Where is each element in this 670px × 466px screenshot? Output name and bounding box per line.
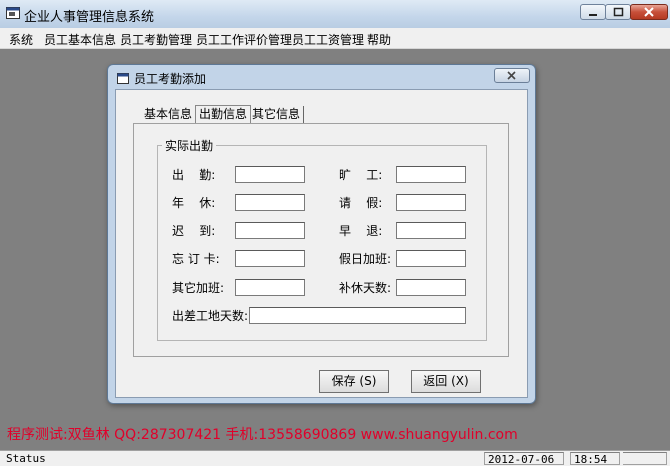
dialog-icon xyxy=(117,73,129,84)
status-extra xyxy=(623,452,667,465)
status-bar: Status 2012-07-06 18:54 xyxy=(0,450,670,466)
dialog-title: 员工考勤添加 xyxy=(134,72,207,86)
menu-salary[interactable]: 员工工资管理 xyxy=(292,31,364,48)
status-text: Status xyxy=(6,452,46,465)
attendance-label: 出 勤: xyxy=(172,168,216,182)
group-title: 实际出勤 xyxy=(162,137,217,154)
annual-leave-label: 年 休: xyxy=(172,196,216,210)
close-button[interactable] xyxy=(630,4,668,20)
attendance-input[interactable] xyxy=(235,166,305,183)
menu-help[interactable]: 帮助 xyxy=(367,31,391,48)
close-icon xyxy=(507,71,516,80)
leave-input[interactable] xyxy=(396,194,466,211)
close-icon xyxy=(644,7,654,17)
late-label: 迟 到: xyxy=(172,224,216,238)
tab-attendance-info[interactable]: 出勤信息 xyxy=(195,105,252,124)
save-button[interactable]: 保存 (S) xyxy=(319,370,389,393)
holiday-overtime-label: 假日加班: xyxy=(339,252,392,266)
late-input[interactable] xyxy=(235,222,305,239)
tab-other-info[interactable]: 其它信息 xyxy=(249,106,305,123)
annual-leave-input[interactable] xyxy=(235,194,305,211)
menu-work-evaluation[interactable]: 员工工作评价管理 xyxy=(196,31,292,48)
status-date: 2012-07-06 xyxy=(484,452,564,466)
menu-attendance[interactable]: 员工考勤管理 xyxy=(120,31,192,48)
comp-days-input[interactable] xyxy=(396,279,466,296)
watermark-text: 程序测试:双鱼林 QQ:287307421 手机:13558690869 www… xyxy=(7,427,518,443)
back-button[interactable]: 返回 (X) xyxy=(411,370,481,393)
tab-basic-info[interactable]: 基本信息 xyxy=(141,106,197,123)
other-overtime-input[interactable] xyxy=(235,279,305,296)
menu-system[interactable]: 系统 xyxy=(9,31,33,48)
maximize-icon xyxy=(613,7,624,17)
minimize-button[interactable] xyxy=(580,4,606,20)
forgot-punch-input[interactable] xyxy=(235,250,305,267)
status-time: 18:54 xyxy=(570,452,620,466)
maximize-button[interactable] xyxy=(605,4,631,20)
minimize-icon xyxy=(589,14,597,16)
leave-label: 请 假: xyxy=(339,196,383,210)
menu-bar: 系统 员工基本信息 员工考勤管理 员工工作评价管理 员工工资管理 帮助 xyxy=(0,28,670,49)
other-overtime-label: 其它加班: xyxy=(172,281,225,295)
absent-label: 旷 工: xyxy=(339,168,383,182)
dialog-close-button[interactable] xyxy=(494,68,530,83)
window-title-bar: 企业人事管理信息系统 xyxy=(0,0,670,29)
absent-input[interactable] xyxy=(396,166,466,183)
early-leave-input[interactable] xyxy=(396,222,466,239)
holiday-overtime-input[interactable] xyxy=(396,250,466,267)
window-title: 企业人事管理信息系统 xyxy=(24,10,155,25)
early-leave-label: 早 退: xyxy=(339,224,383,238)
trip-days-label: 出差工地天数: xyxy=(172,309,249,323)
forgot-punch-label: 忘 订 卡: xyxy=(172,252,220,266)
trip-days-input[interactable] xyxy=(249,307,466,324)
comp-days-label: 补休天数: xyxy=(339,281,392,295)
menu-employee-info[interactable]: 员工基本信息 xyxy=(44,31,116,48)
app-icon xyxy=(6,7,20,19)
